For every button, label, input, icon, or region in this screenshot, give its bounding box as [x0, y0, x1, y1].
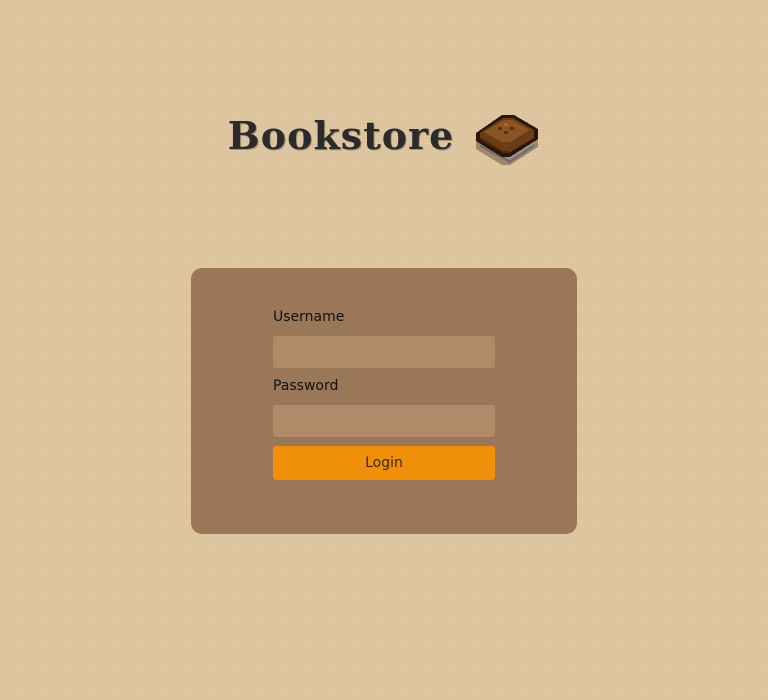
login-card: Username Password Login	[191, 268, 577, 534]
login-button[interactable]: Login	[273, 446, 495, 480]
username-input[interactable]	[273, 336, 495, 368]
login-form: Username Password Login	[273, 308, 495, 480]
book-icon	[476, 115, 539, 165]
password-label: Password	[273, 378, 339, 394]
password-input[interactable]	[273, 405, 495, 437]
username-label: Username	[273, 309, 345, 325]
app-title: Bookstore	[227, 112, 455, 158]
app-header: Bookstore	[0, 108, 768, 168]
